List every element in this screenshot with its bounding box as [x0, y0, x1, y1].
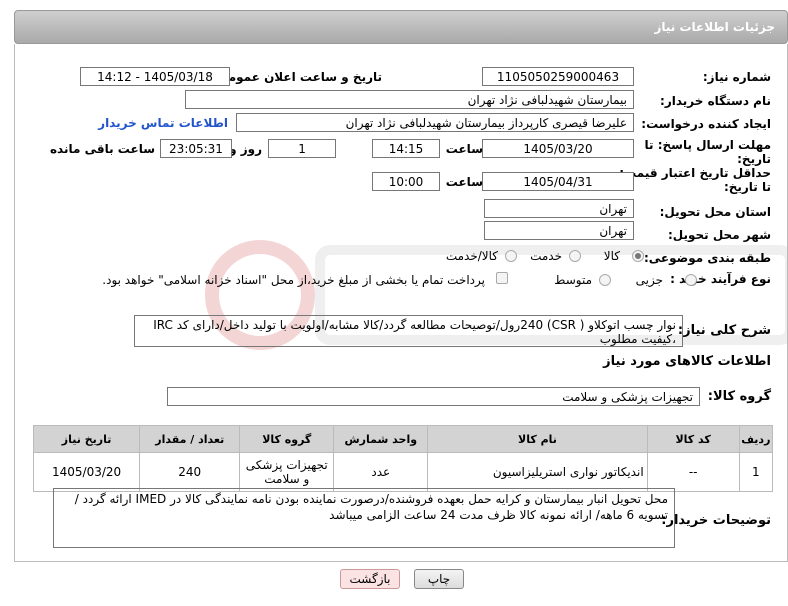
buyer-org-label: نام دستگاه خریدار: — [660, 94, 771, 108]
goods-group-field: تجهیزات پزشکی و سلامت — [167, 387, 700, 406]
buyer-org-field: بیمارستان شهیدلبافی نژاد تهران — [185, 90, 634, 109]
goods-table: ردیف کد کالا نام کالا واحد شمارش گروه کا… — [32, 425, 774, 492]
treasury-payment-note: پرداخت تمام یا بخشی از مبلغ خرید،از محل … — [102, 273, 485, 287]
category-service-label: خدمت — [530, 249, 562, 263]
process-partial-radio[interactable] — [685, 274, 697, 286]
cell-group: تجهیزات پزشکی و سلامت — [239, 452, 335, 492]
goods-table-header: ردیف کد کالا نام کالا واحد شمارش گروه کا… — [32, 425, 774, 453]
page-header: جزئیات اطلاعات نیاز — [14, 10, 788, 44]
creator-field: علیرضا قیصری کارپرداز بیمارستان شهیدلباف… — [236, 113, 634, 132]
creator-label: ایجاد کننده درخواست: — [641, 117, 771, 131]
col-unit: واحد شمارش — [333, 425, 429, 453]
city-field: تهران — [484, 221, 634, 240]
price-time-field: 10:00 — [372, 172, 440, 191]
price-validity-label-date: تا تاریخ: — [723, 180, 771, 194]
contact-info-link[interactable]: اطلاعات تماس خریدار — [98, 116, 228, 130]
deadline-time-field: 14:15 — [372, 139, 440, 158]
remaining-time-field: 23:05:31 — [160, 139, 232, 158]
need-number-label: شماره نیاز: — [702, 70, 771, 84]
need-number-field: 1105050259000463 — [482, 67, 634, 86]
col-row: ردیف — [738, 425, 774, 453]
cell-unit: عدد — [333, 452, 429, 492]
description-label: شرح کلی نیاز: — [677, 323, 771, 338]
province-field: تهران — [484, 199, 634, 218]
city-label: شهر محل تحویل: — [667, 228, 771, 242]
process-medium-label: متوسط — [554, 273, 592, 287]
cell-name: اندیکاتور نواری استریلیزاسیون — [427, 452, 648, 492]
category-goods-label: کالا — [603, 249, 620, 263]
announce-label: تاریخ و ساعت اعلان عمومی: — [211, 70, 382, 84]
process-medium-radio[interactable] — [599, 274, 611, 286]
cell-need-date: 1405/03/20 — [32, 452, 141, 492]
price-validity-label: حداقل تاریخ اعتبار قیمت: — [619, 166, 771, 180]
col-quantity: تعداد / مقدار — [139, 425, 241, 453]
days-label: روز و — [229, 142, 262, 156]
goods-group-label: گروه کالا: — [707, 389, 771, 404]
province-label: استان محل تحویل: — [659, 205, 771, 219]
deadline-label: مهلت ارسال پاسخ: تا — [644, 138, 772, 152]
buyer-notes-textarea[interactable]: محل تحویل انبار بیمارستان و کرایه حمل بع… — [53, 488, 675, 548]
deadline-date-field: 1405/03/20 — [482, 139, 634, 158]
col-name: نام کالا — [427, 425, 648, 453]
price-time-label: ساعت — [445, 175, 483, 189]
cell-quantity: 240 — [139, 452, 241, 492]
category-goods-service-radio[interactable] — [505, 250, 517, 262]
col-group: گروه کالا — [239, 425, 335, 453]
buyer-notes-line-1: محل تحویل انبار بیمارستان و کرایه حمل بع… — [74, 492, 668, 506]
deadline-label-date: تاریخ: — [737, 152, 771, 166]
buyer-notes-line-2: تسویه 6 ماهه/ ارائه نمونه کالا ظرف مدت 2… — [329, 508, 668, 522]
goods-section-title: اطلاعات کالاهای مورد نیاز — [603, 354, 771, 369]
price-validity-date-field: 1405/04/31 — [482, 172, 634, 191]
description-line-2: ،کیفیت مطلوب — [599, 332, 676, 346]
remaining-label: ساعت باقی مانده — [49, 142, 155, 156]
cell-code: -- — [646, 452, 740, 492]
description-textarea[interactable]: نوار چسب اتوکلاو ( CSR) 240رول/توصیحات م… — [134, 315, 683, 347]
days-field: 1 — [268, 139, 336, 158]
category-service-radio[interactable] — [569, 250, 581, 262]
page-title: جزئیات اطلاعات نیاز — [654, 20, 775, 34]
col-code: کد کالا — [646, 425, 740, 453]
deadline-time-label: ساعت — [445, 142, 483, 156]
category-goods-service-label: کالا/خدمت — [445, 249, 498, 263]
print-button[interactable]: چاپ — [414, 569, 464, 589]
category-goods-radio[interactable] — [632, 250, 644, 262]
treasury-payment-checkbox[interactable] — [496, 272, 508, 284]
process-partial-label: جزیی — [635, 273, 663, 287]
buyer-notes-label: توضیحات خریدار: — [661, 513, 771, 528]
cell-row: 1 — [738, 452, 774, 492]
back-button[interactable]: بازگشت — [340, 569, 400, 589]
description-line-1: نوار چسب اتوکلاو ( CSR) 240رول/توصیحات م… — [153, 318, 676, 332]
table-row: 1 -- اندیکاتور نواری استریلیزاسیون عدد ت… — [32, 452, 774, 492]
announce-datetime-field: 1405/03/18 - 14:12 — [80, 67, 230, 86]
col-need-date: تاریخ نیاز — [32, 425, 141, 453]
category-label: طبقه بندی موضوعی: — [643, 251, 771, 265]
